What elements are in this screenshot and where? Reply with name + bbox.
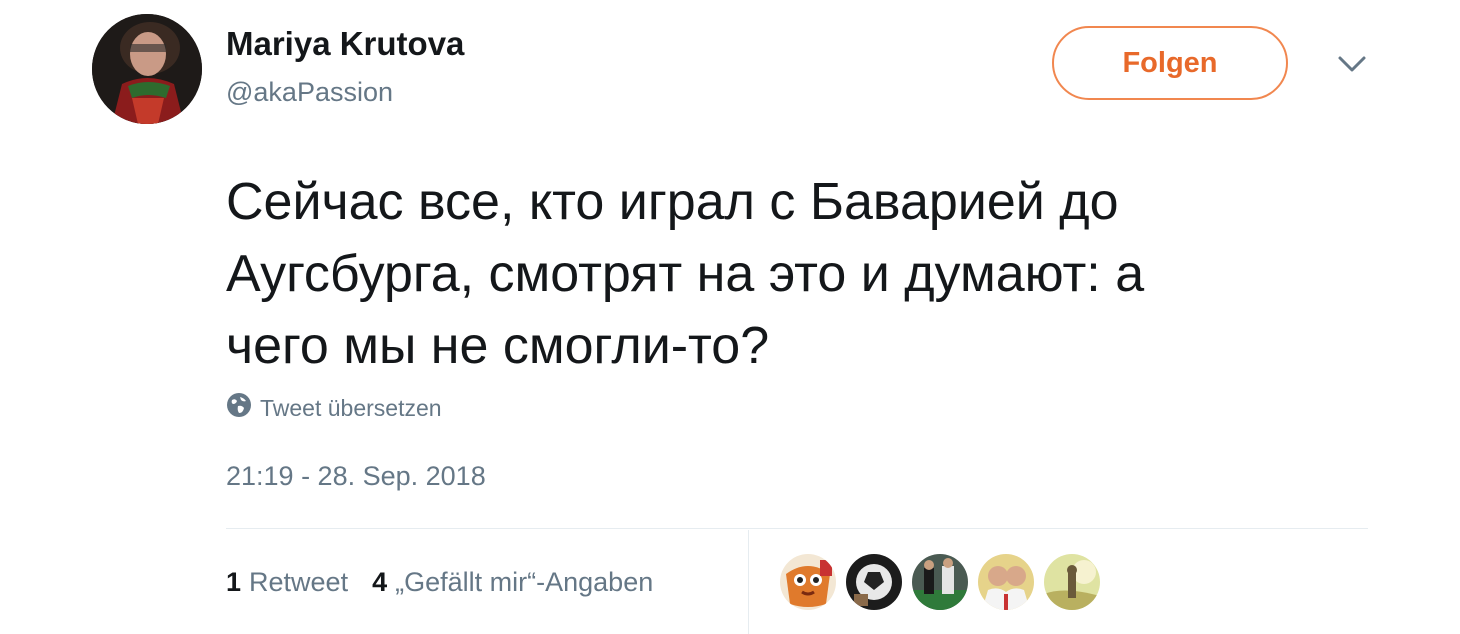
liker-avatar[interactable]: [1044, 554, 1100, 610]
author-avatar[interactable]: [92, 14, 202, 124]
tweet-timestamp[interactable]: 21:19 - 28. Sep. 2018: [226, 458, 486, 494]
retweet-count: 1: [226, 566, 242, 597]
author-handle[interactable]: @akaPassion: [226, 76, 393, 108]
chevron-down-icon[interactable]: [1334, 50, 1370, 78]
follow-button[interactable]: Folgen: [1052, 26, 1288, 100]
liker-avatar[interactable]: [978, 554, 1034, 610]
likes-label: „Gefällt mir“-Angaben: [395, 566, 654, 597]
globe-icon: [226, 392, 252, 424]
divider: [226, 528, 1368, 529]
tweet-text: Сейчас все, кто играл с Баварией до Аугс…: [226, 166, 1406, 382]
liker-avatar[interactable]: [912, 554, 968, 610]
translate-label: Tweet übersetzen: [260, 394, 442, 421]
retweet-label: Retweet: [249, 566, 349, 597]
tweet-text-line: Аугсбурга, смотрят на это и думают: а: [226, 245, 1145, 303]
translate-tweet-link[interactable]: Tweet übersetzen: [226, 392, 442, 424]
liker-avatars: [780, 554, 1100, 610]
retweet-stat[interactable]: 1 Retweet: [226, 567, 348, 598]
likes-stat[interactable]: 4 „Gefällt mir“-Angaben: [372, 567, 653, 598]
tweet-text-line: Сейчас все, кто играл с Баварией до: [226, 173, 1119, 231]
likes-count: 4: [372, 566, 388, 597]
liker-avatar[interactable]: [780, 554, 836, 610]
tweet-text-line: чего мы не смогли-то?: [226, 317, 770, 375]
author-display-name[interactable]: Mariya Krutova: [226, 24, 464, 64]
stats-divider: [748, 530, 749, 634]
tweet-stats: 1 Retweet 4 „Gefällt mir“-Angaben: [226, 562, 653, 602]
liker-avatar[interactable]: [846, 554, 902, 610]
